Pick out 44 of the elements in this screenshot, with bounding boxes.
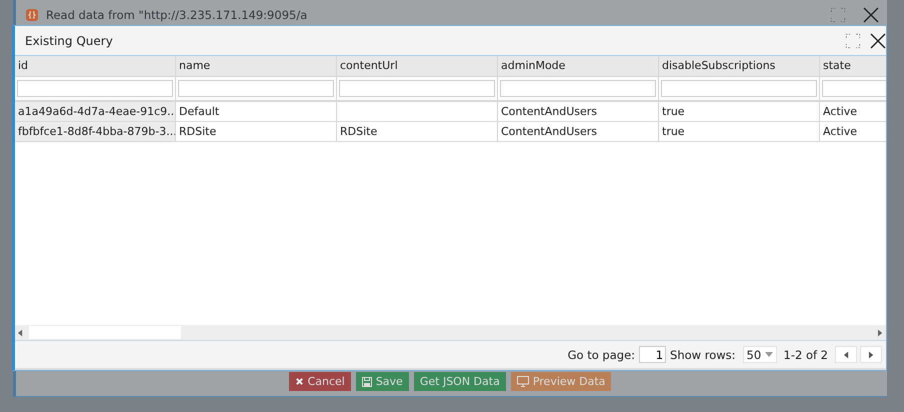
caret-icon <box>764 352 772 357</box>
previous-page-button[interactable] <box>835 346 857 363</box>
page-range: 1-2 of 2 <box>784 348 828 362</box>
column-header[interactable]: state <box>820 56 886 76</box>
scroll-left-icon[interactable] <box>18 328 23 336</box>
maximize-icon[interactable] <box>846 34 860 48</box>
horizontal-scrollbar[interactable] <box>15 325 886 341</box>
column-header[interactable]: contentUrl <box>337 56 498 76</box>
page-field[interactable]: 1 <box>639 346 666 363</box>
column-header[interactable]: adminMode <box>498 56 659 76</box>
table-cell: RDSite <box>340 125 378 138</box>
filter-field[interactable] <box>661 80 817 97</box>
filter-field[interactable] <box>500 80 656 97</box>
table-cell: true <box>662 125 685 138</box>
braces-icon <box>26 9 38 21</box>
table-cell: true <box>662 105 685 118</box>
left-arrow-icon <box>844 350 848 358</box>
filter-field[interactable] <box>178 80 334 97</box>
filter-field[interactable] <box>17 80 173 97</box>
table-cell: RDSite <box>179 125 216 138</box>
table-cell: ContentAndUsers <box>501 125 598 138</box>
rows-dropdown[interactable]: 50 <box>742 346 776 363</box>
column-header[interactable]: id <box>15 56 176 76</box>
close-icon[interactable] <box>870 32 886 48</box>
close-icon <box>294 377 304 386</box>
maximize-icon[interactable] <box>831 8 845 22</box>
right-arrow-icon <box>868 350 874 358</box>
column-header[interactable]: disableSubscriptions <box>659 56 820 76</box>
column-header[interactable]: name <box>176 56 337 76</box>
table-cell: ContentAndUsers <box>501 105 598 118</box>
table-cell: Default <box>179 105 220 118</box>
scroll-right-icon[interactable] <box>878 328 883 336</box>
next-page-button[interactable] <box>860 346 882 363</box>
monitor-icon <box>516 376 529 387</box>
cancel-button[interactable]: Cancel <box>288 372 351 391</box>
table-cell: a1a49a6d-4d7a-4eae-91c9... <box>18 105 175 118</box>
close-icon[interactable] <box>863 7 879 23</box>
pager-label: Go to page: <box>568 348 636 362</box>
table-cell: Active <box>823 125 858 138</box>
dialog-title: Existing Query <box>25 34 113 48</box>
filter-field[interactable] <box>339 80 495 97</box>
pager-label: Show rows: <box>670 348 736 362</box>
dialog-title: Read data from "http://3.235.171.149:9095/a <box>46 8 308 22</box>
table-cell: Active <box>823 105 858 118</box>
